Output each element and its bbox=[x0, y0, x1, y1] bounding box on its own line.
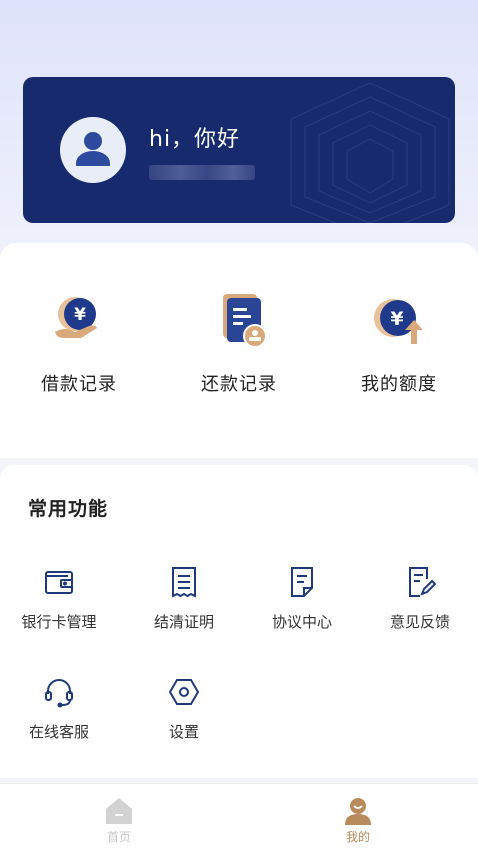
yuan-up-arrow-icon: ¥ bbox=[374, 299, 423, 344]
card-pattern-decoration bbox=[290, 82, 450, 223]
tab-home[interactable]: 首页 bbox=[79, 796, 159, 845]
function-settlement-proof[interactable]: 结清证明 bbox=[125, 565, 243, 632]
settings-hex-icon bbox=[168, 679, 200, 705]
quick-action-repay-records[interactable]: 还款记录 bbox=[179, 292, 299, 396]
svg-text:¥: ¥ bbox=[74, 305, 86, 325]
document-stamp-icon bbox=[223, 294, 267, 348]
agreement-icon bbox=[291, 567, 313, 597]
bottom-tab-bar: 首页 我的 bbox=[0, 783, 478, 850]
home-icon bbox=[106, 798, 132, 824]
avatar[interactable] bbox=[60, 117, 126, 183]
section-title: 常用功能 bbox=[28, 498, 109, 520]
profile-card[interactable]: hi，你好 bbox=[23, 77, 455, 223]
greeting-text: hi，你好 bbox=[149, 127, 241, 152]
wallet-icon bbox=[45, 571, 73, 594]
tab-mine[interactable]: 我的 bbox=[318, 796, 398, 845]
profile-icon bbox=[345, 798, 371, 825]
user-avatar-icon bbox=[76, 132, 110, 166]
tab-label: 我的 bbox=[345, 830, 370, 844]
yuan-hand-icon: ¥ bbox=[55, 297, 97, 338]
masked-phone-number bbox=[149, 165, 255, 180]
function-bank-card[interactable]: 银行卡管理 bbox=[0, 565, 118, 632]
function-label: 意见反馈 bbox=[389, 613, 450, 631]
function-label: 在线客服 bbox=[28, 723, 89, 741]
receipt-icon bbox=[172, 567, 196, 598]
tab-label: 首页 bbox=[106, 830, 131, 844]
quick-action-my-credit[interactable]: ¥ 我的额度 bbox=[339, 292, 459, 396]
function-label: 协议中心 bbox=[271, 613, 332, 631]
headset-icon bbox=[45, 679, 73, 708]
function-label: 银行卡管理 bbox=[21, 613, 97, 631]
quick-action-label: 我的额度 bbox=[361, 374, 437, 395]
svg-text:¥: ¥ bbox=[390, 308, 403, 330]
function-online-service[interactable]: 在线客服 bbox=[0, 675, 118, 742]
quick-action-loan-records[interactable]: ¥ 借款记录 bbox=[19, 292, 139, 396]
quick-action-label: 借款记录 bbox=[41, 374, 117, 395]
function-agreement-center[interactable]: 协议中心 bbox=[243, 565, 361, 632]
feedback-edit-icon bbox=[409, 567, 437, 597]
function-settings[interactable]: 设置 bbox=[125, 675, 243, 742]
function-label: 设置 bbox=[168, 723, 199, 741]
quick-action-label: 还款记录 bbox=[201, 374, 277, 395]
function-feedback[interactable]: 意见反馈 bbox=[361, 565, 478, 632]
function-label: 结清证明 bbox=[153, 613, 214, 631]
